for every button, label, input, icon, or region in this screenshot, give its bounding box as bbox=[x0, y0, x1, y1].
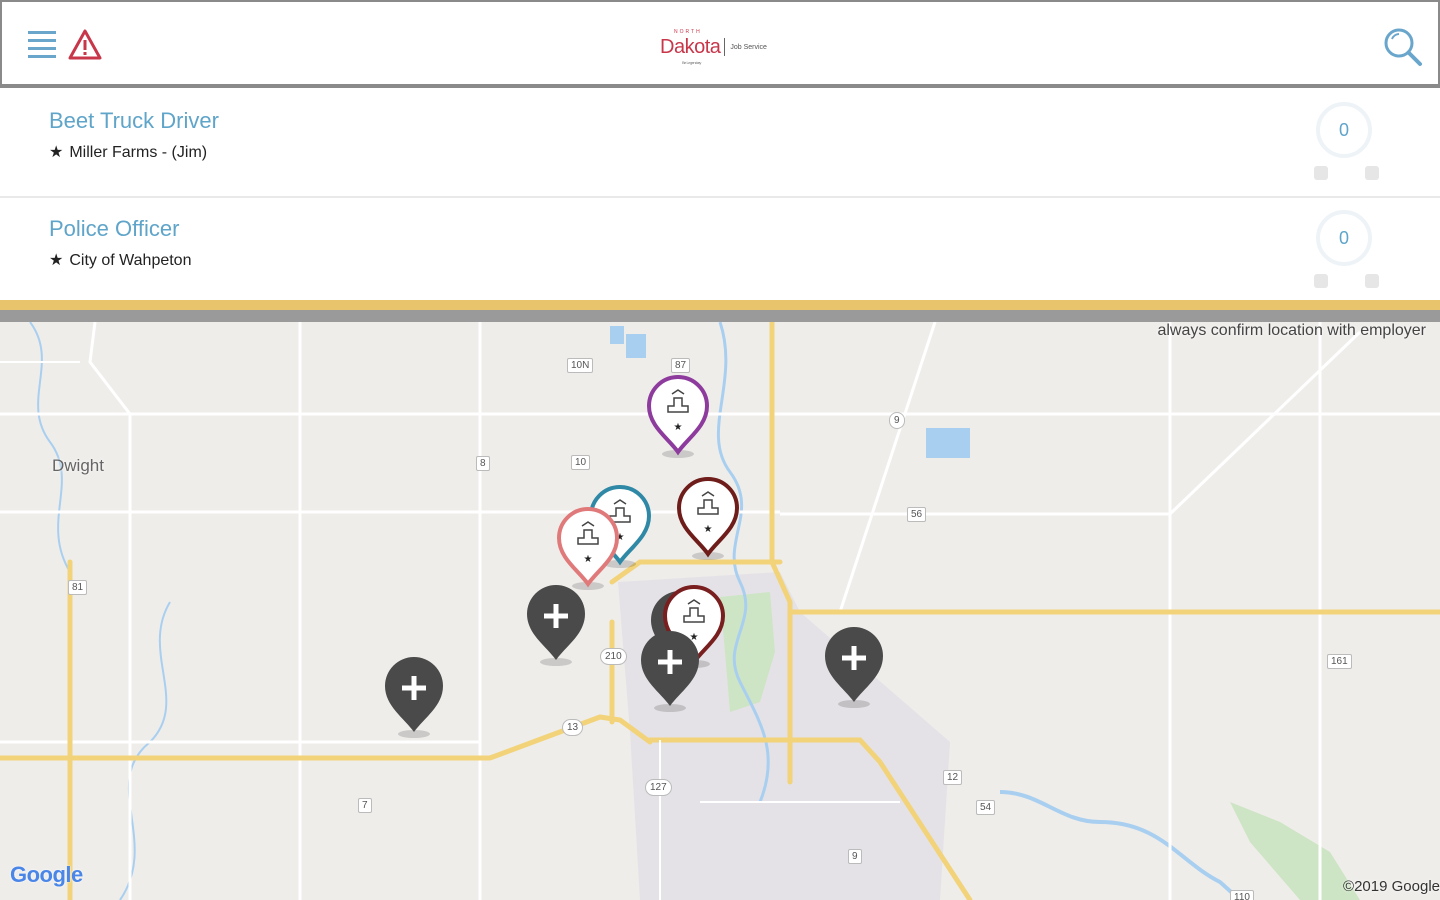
map-view[interactable]: ★ ★ ★ ★ ★ always confirm location with emplo… bbox=[0, 322, 1440, 900]
pin-body bbox=[646, 375, 710, 456]
route-shield: 56 bbox=[907, 507, 927, 522]
cluster-pin[interactable] bbox=[527, 585, 585, 666]
pin-body bbox=[556, 507, 620, 588]
star-icon: ★ bbox=[584, 554, 593, 565]
cluster-pin[interactable] bbox=[385, 657, 443, 738]
logo-wordmark: NORTH Dakota Be Legendary bbox=[660, 29, 721, 65]
route-shield: 7 bbox=[358, 798, 372, 813]
logo-main-text: Dakota bbox=[660, 35, 721, 58]
map-location-note: always confirm location with employer bbox=[1157, 322, 1426, 339]
logo-subtitle: Job Service bbox=[730, 43, 767, 51]
google-logo-text: Google bbox=[10, 862, 83, 887]
job-list-item[interactable]: Police Officer ★ City of Wahpeton 0 bbox=[0, 198, 1440, 304]
indicator-dot bbox=[1365, 166, 1379, 180]
job-list-item[interactable]: Beet Truck Driver ★ Miller Farms - (Jim) … bbox=[0, 90, 1440, 198]
route-shield: 13 bbox=[562, 719, 584, 736]
map-canvas: ★★★★★ bbox=[0, 322, 1440, 900]
map-drag-handle[interactable] bbox=[0, 310, 1440, 322]
star-icon: ★ bbox=[49, 252, 64, 269]
route-shield: 161 bbox=[1327, 654, 1352, 669]
job-count-badge: 0 bbox=[1316, 102, 1372, 158]
indicator-dot bbox=[1314, 166, 1328, 180]
logo-top-text: NORTH bbox=[674, 28, 702, 35]
route-shield: 12 bbox=[943, 770, 963, 785]
list-divider-gold bbox=[0, 300, 1440, 310]
job-title[interactable]: Beet Truck Driver bbox=[49, 108, 219, 134]
job-employer: ★ Miller Farms - (Jim) bbox=[49, 142, 207, 162]
route-shield: 10 bbox=[571, 455, 591, 470]
hamburger-menu-icon[interactable] bbox=[26, 28, 58, 62]
route-shield: 10N bbox=[567, 358, 594, 373]
search-icon[interactable] bbox=[1380, 24, 1424, 68]
employer-name: City of Wahpeton bbox=[69, 252, 192, 269]
star-icon: ★ bbox=[674, 422, 683, 433]
google-attribution-logo: Google bbox=[10, 862, 83, 888]
map-copyright: ©2019 Google bbox=[1343, 878, 1440, 895]
job-employer: ★ City of Wahpeton bbox=[49, 250, 191, 270]
job-pin-purple[interactable]: ★ bbox=[646, 375, 710, 458]
indicator-dot bbox=[1314, 274, 1328, 288]
route-shield: 81 bbox=[68, 580, 88, 595]
route-shield: 110 bbox=[1230, 890, 1254, 900]
indicator-dot bbox=[1365, 274, 1379, 288]
pin-body bbox=[676, 477, 740, 558]
route-shield: 210 bbox=[600, 648, 627, 665]
logo-divider bbox=[724, 38, 726, 56]
star-icon: ★ bbox=[704, 524, 713, 535]
job-title[interactable]: Police Officer bbox=[49, 216, 179, 242]
app-header: NORTH Dakota Be Legendary Job Service bbox=[0, 0, 1440, 88]
route-shield: 8 bbox=[476, 456, 490, 471]
alert-warning-icon[interactable] bbox=[68, 28, 102, 62]
employer-name: Miller Farms - (Jim) bbox=[69, 144, 208, 161]
job-count-badge: 0 bbox=[1316, 210, 1372, 266]
north-dakota-job-service-logo: NORTH Dakota Be Legendary Job Service bbox=[660, 28, 790, 66]
route-shield: 9 bbox=[848, 849, 862, 864]
star-icon: ★ bbox=[49, 144, 64, 161]
job-pin-darkred[interactable]: ★ bbox=[676, 477, 740, 560]
place-label-dwight: Dwight bbox=[52, 456, 104, 475]
route-shield: 127 bbox=[645, 779, 672, 796]
route-shield: 9 bbox=[889, 412, 905, 429]
job-pin-pink[interactable]: ★ bbox=[556, 507, 620, 590]
logo-tagline: Be Legendary bbox=[682, 59, 701, 65]
route-shield: 54 bbox=[976, 800, 996, 815]
route-shield: 87 bbox=[671, 358, 691, 373]
